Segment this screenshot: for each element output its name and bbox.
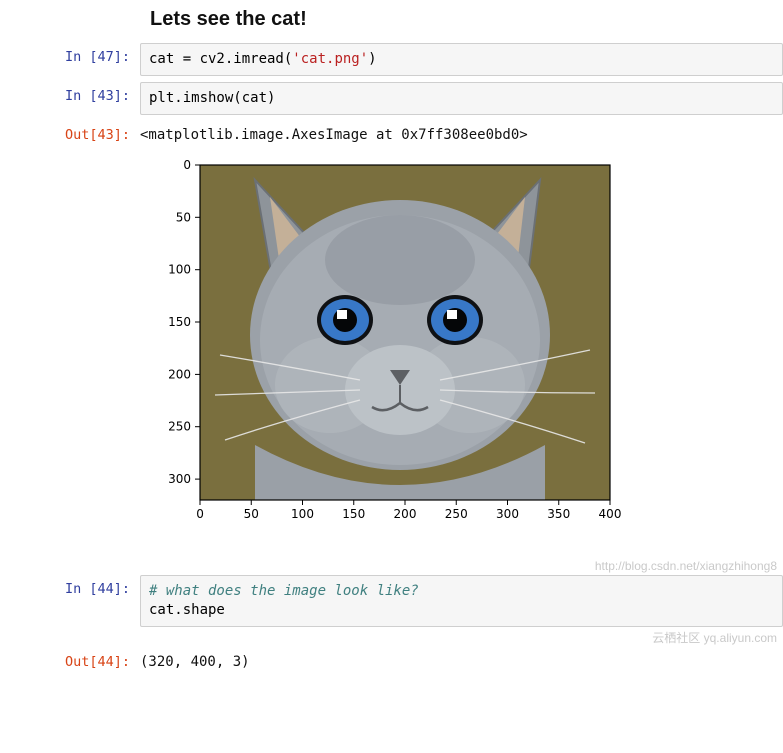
markdown-heading: Lets see the cat!	[150, 8, 783, 31]
watermark-text: http://blog.csdn.net/xiangzhihong8	[10, 559, 777, 573]
xtick-label: 200	[394, 507, 417, 521]
code-token: cat = cv2.imread(	[149, 51, 292, 67]
input-prompt: In [47]:	[10, 43, 140, 65]
ytick-label: 300	[168, 472, 191, 486]
code-token: cat.shape	[149, 602, 225, 618]
xtick-label: 150	[342, 507, 365, 521]
watermark-text: 云栖社区 yq.aliyun.com	[10, 629, 777, 646]
output-text: (320, 400, 3)	[140, 648, 783, 676]
output-cell: Out[43]: <matplotlib.image.AxesImage at …	[10, 121, 783, 149]
code-cell: In [47]: cat = cv2.imread('cat.png')	[10, 43, 783, 76]
xtick-label: 400	[599, 507, 622, 521]
code-cell: In [43]: plt.imshow(cat)	[10, 82, 783, 115]
ytick-label: 0	[183, 158, 191, 172]
code-token: )	[368, 51, 376, 67]
xtick-label: 350	[547, 507, 570, 521]
xtick-label: 250	[445, 507, 468, 521]
output-prompt: Out[44]:	[10, 648, 140, 670]
code-input[interactable]: cat = cv2.imread('cat.png')	[140, 43, 783, 76]
xtick-label: 300	[496, 507, 519, 521]
ytick-label: 50	[176, 210, 191, 224]
code-comment: # what does the image look like?	[149, 583, 419, 599]
ytick-label: 150	[168, 315, 191, 329]
ytick-label: 100	[168, 262, 191, 276]
xtick-label: 50	[244, 507, 259, 521]
xtick-label: 0	[196, 507, 204, 521]
input-prompt: In [44]:	[10, 575, 140, 597]
input-prompt: In [43]:	[10, 82, 140, 104]
code-token: plt.imshow(cat)	[149, 90, 275, 106]
code-cell: In [44]: # what does the image look like…	[10, 575, 783, 627]
code-input[interactable]: plt.imshow(cat)	[140, 82, 783, 115]
plot-svg: 0 50 100 150 200 250 300 0 50 100 150 20…	[140, 155, 640, 553]
output-text: <matplotlib.image.AxesImage at 0x7ff308e…	[140, 121, 783, 149]
code-string: 'cat.png'	[292, 51, 368, 67]
xtick-label: 100	[291, 507, 314, 521]
plot-output: 0 50 100 150 200 250 300 0 50 100 150 20…	[140, 155, 783, 553]
ytick-label: 200	[168, 367, 191, 381]
output-cell: Out[44]: (320, 400, 3)	[10, 648, 783, 676]
output-prompt: Out[43]:	[10, 121, 140, 143]
ytick-label: 250	[168, 419, 191, 433]
code-input[interactable]: # what does the image look like? cat.sha…	[140, 575, 783, 627]
